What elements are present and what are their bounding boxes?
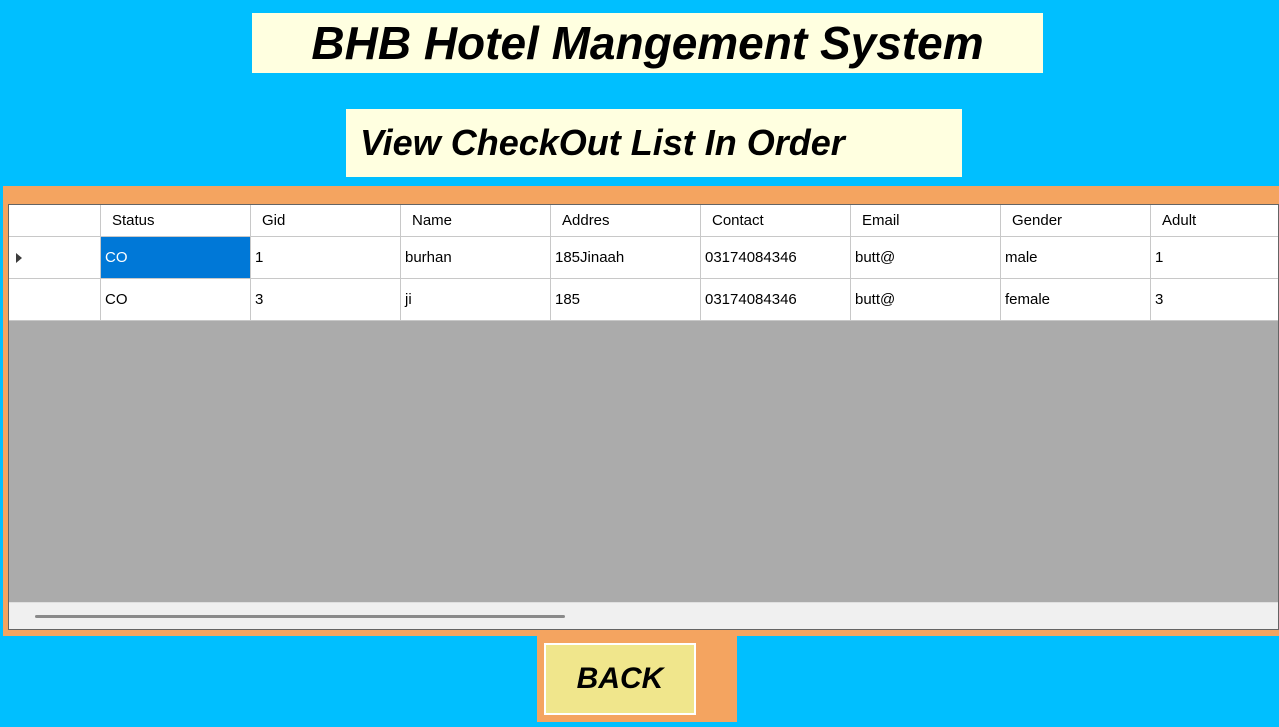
table-cell-name[interactable]: ji [401,279,551,320]
back-button-frame: BACK [537,636,737,722]
column-header-gid[interactable]: Gid [251,205,401,236]
table-cell-status[interactable]: CO [101,279,251,320]
table-row[interactable]: CO 3 ji 185 03174084346 butt@ female 3 [9,279,1278,321]
app-title-box: BHB Hotel Mangement System [252,13,1043,73]
app-title: BHB Hotel Mangement System [311,17,984,69]
table-cell-adult[interactable]: 3 [1151,279,1278,320]
table-cell-status[interactable]: CO [101,237,251,278]
table-cell-contact[interactable]: 03174084346 [701,279,851,320]
column-header-name[interactable]: Name [401,205,551,236]
back-button-label: BACK [576,662,664,695]
column-header-status[interactable]: Status [101,205,251,236]
table-cell-name[interactable]: burhan [401,237,551,278]
current-row-arrow-icon [16,252,22,263]
horizontal-scrollbar-thumb[interactable] [35,615,565,618]
column-header-contact[interactable]: Contact [701,205,851,236]
table-cell-gender[interactable]: male [1001,237,1151,278]
grid-frame: Status Gid Name Addres Contact Email Gen… [3,186,1279,636]
table-cell-email[interactable]: butt@ [851,279,1001,320]
table-cell-gender[interactable]: female [1001,279,1151,320]
column-header-email[interactable]: Email [851,205,1001,236]
row-header[interactable] [9,237,101,278]
row-header[interactable] [9,279,101,320]
grid-header-row: Status Gid Name Addres Contact Email Gen… [9,205,1278,237]
table-cell-addres[interactable]: 185Jinaah [551,237,701,278]
table-cell-email[interactable]: butt@ [851,237,1001,278]
grid-top-left-corner[interactable] [9,205,101,236]
table-cell-contact[interactable]: 03174084346 [701,237,851,278]
column-header-addres[interactable]: Addres [551,205,701,236]
page-subtitle-box: View CheckOut List In Order [346,109,962,177]
table-cell-adult[interactable]: 1 [1151,237,1278,278]
column-header-adult[interactable]: Adult [1151,205,1278,236]
back-button[interactable]: BACK [544,643,696,715]
table-cell-gid[interactable]: 3 [251,279,401,320]
table-row[interactable]: CO 1 burhan 185Jinaah 03174084346 butt@ … [9,237,1278,279]
checkout-data-grid[interactable]: Status Gid Name Addres Contact Email Gen… [8,204,1279,630]
table-cell-gid[interactable]: 1 [251,237,401,278]
column-header-gender[interactable]: Gender [1001,205,1151,236]
horizontal-scrollbar[interactable] [9,602,1278,629]
page-subtitle: View CheckOut List In Order [360,122,845,163]
table-cell-addres[interactable]: 185 [551,279,701,320]
